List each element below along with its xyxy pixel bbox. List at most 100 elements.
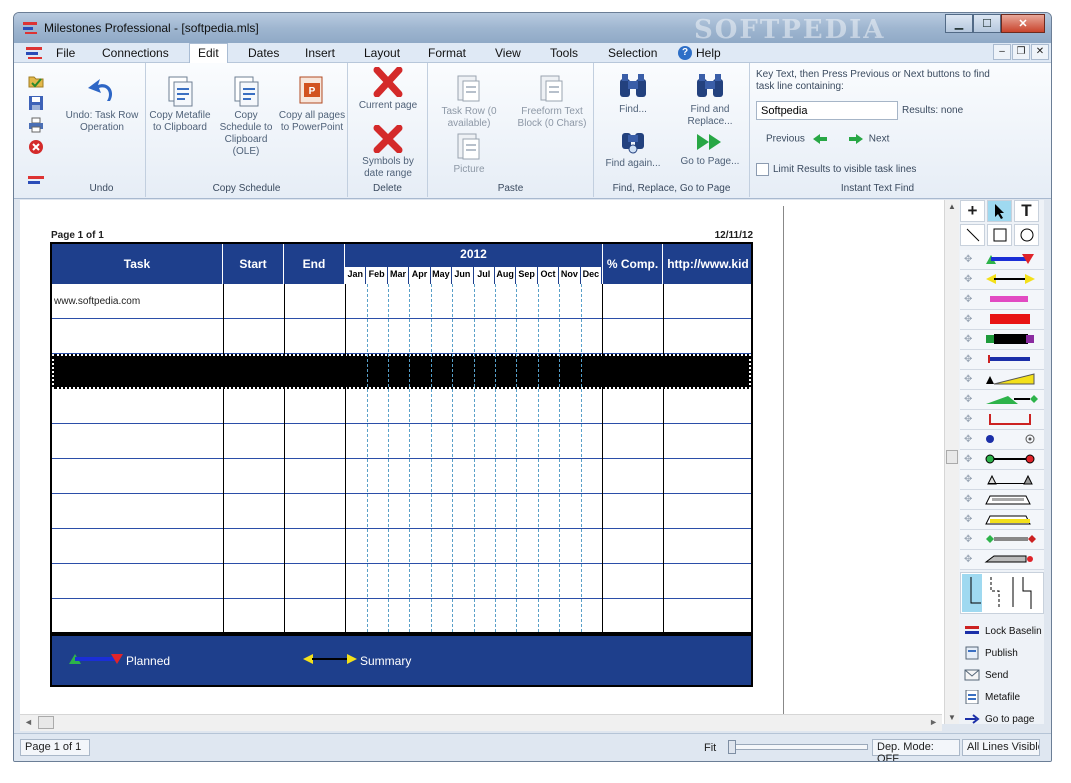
menu-layout[interactable]: Layout <box>364 46 400 60</box>
table-row[interactable] <box>52 529 751 564</box>
drag-handle-icon[interactable]: ✥ <box>964 495 974 505</box>
menu-format[interactable]: Format <box>428 46 466 60</box>
col-start-header[interactable]: Start <box>223 244 284 284</box>
undo-button[interactable]: Undo: Task Row Operation <box>62 73 142 134</box>
symbol-row[interactable]: ✥ <box>960 510 1044 530</box>
table-row[interactable] <box>52 319 751 354</box>
symbol-row[interactable]: ✥ <box>960 370 1044 390</box>
menu-insert[interactable]: Insert <box>305 46 335 60</box>
table-row[interactable] <box>52 564 751 599</box>
delete-current-page-button[interactable]: Current page <box>354 67 422 112</box>
copy-metafile-button[interactable]: Copy Metafile to Clipboard <box>148 75 212 134</box>
drag-handle-icon[interactable]: ✥ <box>964 375 974 385</box>
lock-baseline-button[interactable]: Lock Baselin <box>964 624 1042 638</box>
text-tool-icon[interactable]: T <box>1014 200 1039 222</box>
customize-toolbar-icon[interactable] <box>28 173 44 189</box>
cancel-icon[interactable] <box>28 139 44 155</box>
menu-file[interactable]: File <box>56 46 75 60</box>
symbol-row[interactable]: ✥ <box>960 270 1044 290</box>
horizontal-scrollbar[interactable]: ◄ ► <box>20 714 942 731</box>
table-row[interactable] <box>52 599 751 632</box>
help-icon[interactable]: ? <box>678 46 692 60</box>
paste-picture-button[interactable]: Picture <box>434 131 504 176</box>
find-replace-button[interactable]: Find and Replace... <box>674 71 746 128</box>
drag-handle-icon[interactable]: ✥ <box>964 315 974 325</box>
scroll-up-arrow[interactable]: ▲ <box>948 202 956 211</box>
connector-tools[interactable] <box>960 572 1044 614</box>
drag-handle-icon[interactable]: ✥ <box>964 395 974 405</box>
scroll-right-arrow[interactable]: ► <box>929 717 938 727</box>
task-name[interactable]: www.softpedia.com <box>54 296 140 307</box>
previous-button[interactable]: Previous <box>766 133 828 145</box>
symbol-row[interactable]: ✥ <box>960 410 1044 430</box>
symbol-row[interactable]: ✥ <box>960 450 1044 470</box>
send-button[interactable]: Send <box>964 668 1008 682</box>
symbol-row[interactable]: ✥ <box>960 310 1044 330</box>
scroll-thumb[interactable] <box>38 716 54 729</box>
col-end-header[interactable]: End <box>284 244 345 284</box>
menu-view[interactable]: View <box>495 46 521 60</box>
symbol-row[interactable]: ✥ <box>960 290 1044 310</box>
paste-task-row-button[interactable]: Task Row (0 available) <box>434 73 504 130</box>
table-row[interactable] <box>52 459 751 494</box>
scroll-thumb[interactable] <box>946 450 958 464</box>
limit-results-checkbox[interactable]: Limit Results to visible task lines <box>756 163 916 176</box>
menu-edit[interactable]: Edit <box>189 43 228 64</box>
close-button[interactable]: ✕ <box>1001 14 1045 33</box>
go-to-page-button[interactable]: Go to Page... <box>674 131 746 168</box>
publish-button[interactable]: Publish <box>964 646 1018 660</box>
menu-tools[interactable]: Tools <box>550 46 578 60</box>
vertical-scrollbar[interactable]: ▲ ▼ <box>944 200 959 724</box>
open-folder-icon[interactable] <box>28 73 44 89</box>
col-comp-header[interactable]: % Comp. <box>602 244 663 284</box>
menu-connections[interactable]: Connections <box>102 46 169 60</box>
drag-handle-icon[interactable]: ✥ <box>964 255 974 265</box>
symbol-row[interactable]: ✥ <box>960 550 1044 570</box>
symbol-row[interactable]: ✥ <box>960 530 1044 550</box>
zoom-slider[interactable] <box>728 740 868 754</box>
table-row[interactable]: www.softpedia.com <box>52 284 751 319</box>
save-icon[interactable] <box>28 95 44 111</box>
symbol-row[interactable]: ✥ <box>960 490 1044 510</box>
add-tool-icon[interactable]: + <box>960 200 985 222</box>
symbol-row[interactable]: ✥ <box>960 470 1044 490</box>
app-menu-icon[interactable] <box>26 46 42 60</box>
ellipse-tool-icon[interactable] <box>1014 224 1039 246</box>
drag-handle-icon[interactable]: ✥ <box>964 295 974 305</box>
drag-handle-icon[interactable]: ✥ <box>964 275 974 285</box>
paste-freeform-button[interactable]: Freeform Text Block (0 Chars) <box>514 73 590 130</box>
minimize-button[interactable]: ▁ <box>945 14 973 33</box>
symbol-row[interactable]: ✥ <box>960 330 1044 350</box>
mdi-close-button[interactable]: ✕ <box>1031 44 1049 60</box>
symbol-row[interactable]: ✥ <box>960 250 1044 270</box>
drag-handle-icon[interactable]: ✥ <box>964 415 974 425</box>
selected-table-row[interactable] <box>52 354 751 389</box>
symbol-row[interactable]: ✥ <box>960 430 1044 450</box>
scroll-down-arrow[interactable]: ▼ <box>948 713 956 722</box>
copy-to-powerpoint-button[interactable]: P Copy all pages to PowerPoint <box>278 75 346 134</box>
line-tool-icon[interactable] <box>960 224 985 246</box>
find-button[interactable]: Find... <box>598 71 668 116</box>
select-pointer-icon[interactable] <box>987 200 1012 222</box>
table-row[interactable] <box>52 389 751 424</box>
table-row[interactable] <box>52 424 751 459</box>
symbol-row[interactable]: ✥ <box>960 390 1044 410</box>
drag-handle-icon[interactable]: ✥ <box>964 535 974 545</box>
delete-symbols-button[interactable]: Symbols by date range <box>354 125 422 180</box>
maximize-button[interactable]: ☐ <box>973 14 1001 33</box>
menu-help[interactable]: Help <box>696 46 721 60</box>
menu-dates[interactable]: Dates <box>248 46 279 60</box>
drag-handle-icon[interactable]: ✥ <box>964 475 974 485</box>
checkbox-box[interactable] <box>756 163 769 176</box>
find-again-button[interactable]: Find again... <box>598 125 668 170</box>
drag-handle-icon[interactable]: ✥ <box>964 335 974 345</box>
drag-handle-icon[interactable]: ✥ <box>964 555 974 565</box>
col-url-header[interactable]: http://www.kid <box>663 244 753 284</box>
drag-handle-icon[interactable]: ✥ <box>964 455 974 465</box>
instant-find-input[interactable] <box>756 101 898 120</box>
mdi-minimize-button[interactable]: – <box>993 44 1011 60</box>
menu-selection[interactable]: Selection <box>608 46 657 60</box>
mdi-restore-button[interactable]: ❐ <box>1012 44 1030 60</box>
col-task-header[interactable]: Task <box>52 244 223 284</box>
metafile-button[interactable]: Metafile <box>964 690 1020 704</box>
